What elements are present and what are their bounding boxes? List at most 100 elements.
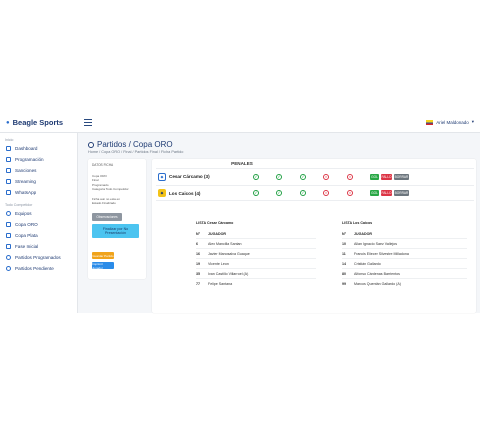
soccer-ball-icon [88,141,94,148]
player-name: Ivan Castillo Villarroel (A) [208,271,249,276]
calendar-icon [6,179,11,184]
sidebar-item-copa-oro[interactable]: Copa ORO [0,219,77,230]
brand-logo[interactable]: ● Beagle Sports [6,118,63,127]
observaciones-button[interactable]: Observaciones [92,213,122,222]
goal-check-icon: ✓ [276,190,282,196]
miss-x-icon: × [323,173,329,180]
app-window: ● Beagle Sports Ariel Maldonado ▾ Inicio… [0,113,480,313]
player-name: Vicente Leon [208,261,229,266]
miss-x-icon: × [347,173,353,180]
menu-toggle-icon[interactable] [84,119,92,126]
shield-icon: ◆ [158,189,166,197]
finalizar-no-presentacion-button[interactable]: Finalizar por No Presentación [92,224,139,239]
list-title: LISTA Cesar Cárcamo [196,221,234,225]
sidebar-item-label: Partidos Pendiente [15,266,54,271]
player-name: Allan Ignacio Saez Vallejos [354,241,398,246]
main-content: Partidos / Copa ORO Home / Copa ORO / Fi… [79,133,480,313]
calendar-icon [6,190,11,195]
sidebar-item-fase-inicial[interactable]: Fase Inicial [0,241,77,252]
sidebar-item-label: Equipos [15,211,32,216]
team-label: Cesar Cárcamo (3) [169,174,210,179]
table-row: 99 Marcos Quentán Gallardo (A) [342,278,467,288]
player-number: 14 [342,261,346,266]
sidebar: Inicio Dashboard Programación Sanciones … [0,133,78,313]
borrar-button[interactable]: BORRAR [394,173,409,180]
column-header: N° [342,232,347,236]
sidebar-item-partidos-programados[interactable]: Partidos Programados [0,252,77,263]
goal-check-icon: ✓ [253,190,259,196]
user-menu[interactable]: Ariel Maldonado ▾ [426,119,474,125]
sidebar-section-competidor: Todo Competidor [5,203,33,207]
soccer-icon [6,255,11,260]
table-row: 80 Alfonso Cárdenas Barrientos [342,268,467,278]
table-row: 35 Ivan Castillo Villarroel (A) [196,268,316,278]
imprimir-jugador-button[interactable]: Imprimir Jugador [92,262,114,270]
guardar-partido-button[interactable]: Guardar Partido [92,252,114,260]
player-name: Marcos Quentán Gallardo (A) [354,281,401,286]
soccer-icon [6,266,11,271]
table-row: 14 Cristián Gallardo [342,258,467,268]
sidebar-item-label: Partidos Programados [15,255,61,260]
info-line: Estado Finalizado [92,201,116,206]
miss-x-icon: × [323,190,329,196]
player-number: 19 [196,261,200,266]
card-title: DATOS FICHA [92,163,114,167]
sidebar-item-programacion[interactable]: Programación [0,154,77,165]
sidebar-item-label: WhatsApp [15,190,37,195]
table-row: 19 Vicente Leon [196,258,316,268]
gol-button[interactable]: GOL [370,173,379,180]
table-row: 77 Felipe Santana [196,278,316,288]
calendar-icon [6,157,11,162]
sidebar-item-label: Fase Inicial [15,244,39,249]
player-list-away: LISTA Los Caicos N° JUGADOR 10 Allan Igna… [342,221,467,288]
dashboard-icon [6,146,11,151]
player-name: Javier Manosalva Guaque [208,251,250,256]
sidebar-item-label: Dashboard [15,146,38,151]
player-number: 10 [342,241,346,246]
goal-check-icon: ✓ [300,173,306,180]
page-title-text: Partidos / Copa ORO [97,140,173,149]
trophy-icon [6,233,11,238]
borrar-button[interactable]: BORRAR [394,190,409,196]
table-row: 6 Alex Mancilla Santan [196,238,316,248]
button-label: Presentación [105,231,126,236]
player-number: 99 [342,281,346,286]
team-name: ◆ Cesar Cárcamo (3) [158,172,210,181]
player-list-home: LISTA Cesar Cárcamo N° JUGADOR 6 Alex Man… [196,221,316,288]
users-icon [6,211,11,216]
player-name: Francis Eliecer Silvestre Milladona [354,251,409,256]
goal-check-icon: ✓ [276,173,282,180]
top-bar: ● Beagle Sports Ariel Maldonado ▾ [0,113,480,133]
sidebar-item-whatsapp[interactable]: WhatsApp [0,187,77,198]
sidebar-item-label: Sanciones [15,168,37,173]
penales-card: PENALES ◆ Cesar Cárcamo (3) ✓ ✓ ✓ × × GO… [152,159,476,313]
fallo-button[interactable]: FALLO [381,173,392,180]
player-name: Alex Mancilla Santan [208,241,242,246]
breadcrumb[interactable]: Home / Copa ORO / Final / Partidos Final… [88,150,183,154]
list-title: LISTA Los Caicos [342,221,373,225]
table-row: 16 Javier Manosalva Guaque [196,248,316,258]
column-header: JUGADOR [354,232,372,236]
column-header: N° [196,232,201,236]
fallo-button[interactable]: FALLO [381,190,392,196]
player-number: 16 [196,251,200,256]
flag-icon [426,119,434,125]
team-label: Los Caicos (4) [169,190,201,196]
sidebar-item-streaming[interactable]: Streaming [0,176,77,187]
sidebar-item-partidos-pendiente[interactable]: Partidos Pendiente [0,263,77,274]
sidebar-item-equipos[interactable]: Equipos [0,208,77,219]
chevron-down-icon: ▾ [471,119,474,124]
goal-check-icon: ✓ [253,173,259,180]
player-number: 80 [342,271,346,276]
paw-icon: ● [6,119,10,126]
table-row: 11 Francis Eliecer Silvestre Milladona [342,248,467,258]
sidebar-item-dashboard[interactable]: Dashboard [0,143,77,154]
column-header: JUGADOR [208,232,226,236]
sidebar-item-copa-plata[interactable]: Copa Plata [0,230,77,241]
sidebar-item-label: Programación [15,157,44,162]
sidebar-item-label: Copa ORO [15,222,38,227]
player-number: 6 [196,241,198,246]
gol-button[interactable]: GOL [370,190,379,196]
list-header: N° JUGADOR [196,230,316,238]
sidebar-item-sanciones[interactable]: Sanciones [0,165,77,176]
